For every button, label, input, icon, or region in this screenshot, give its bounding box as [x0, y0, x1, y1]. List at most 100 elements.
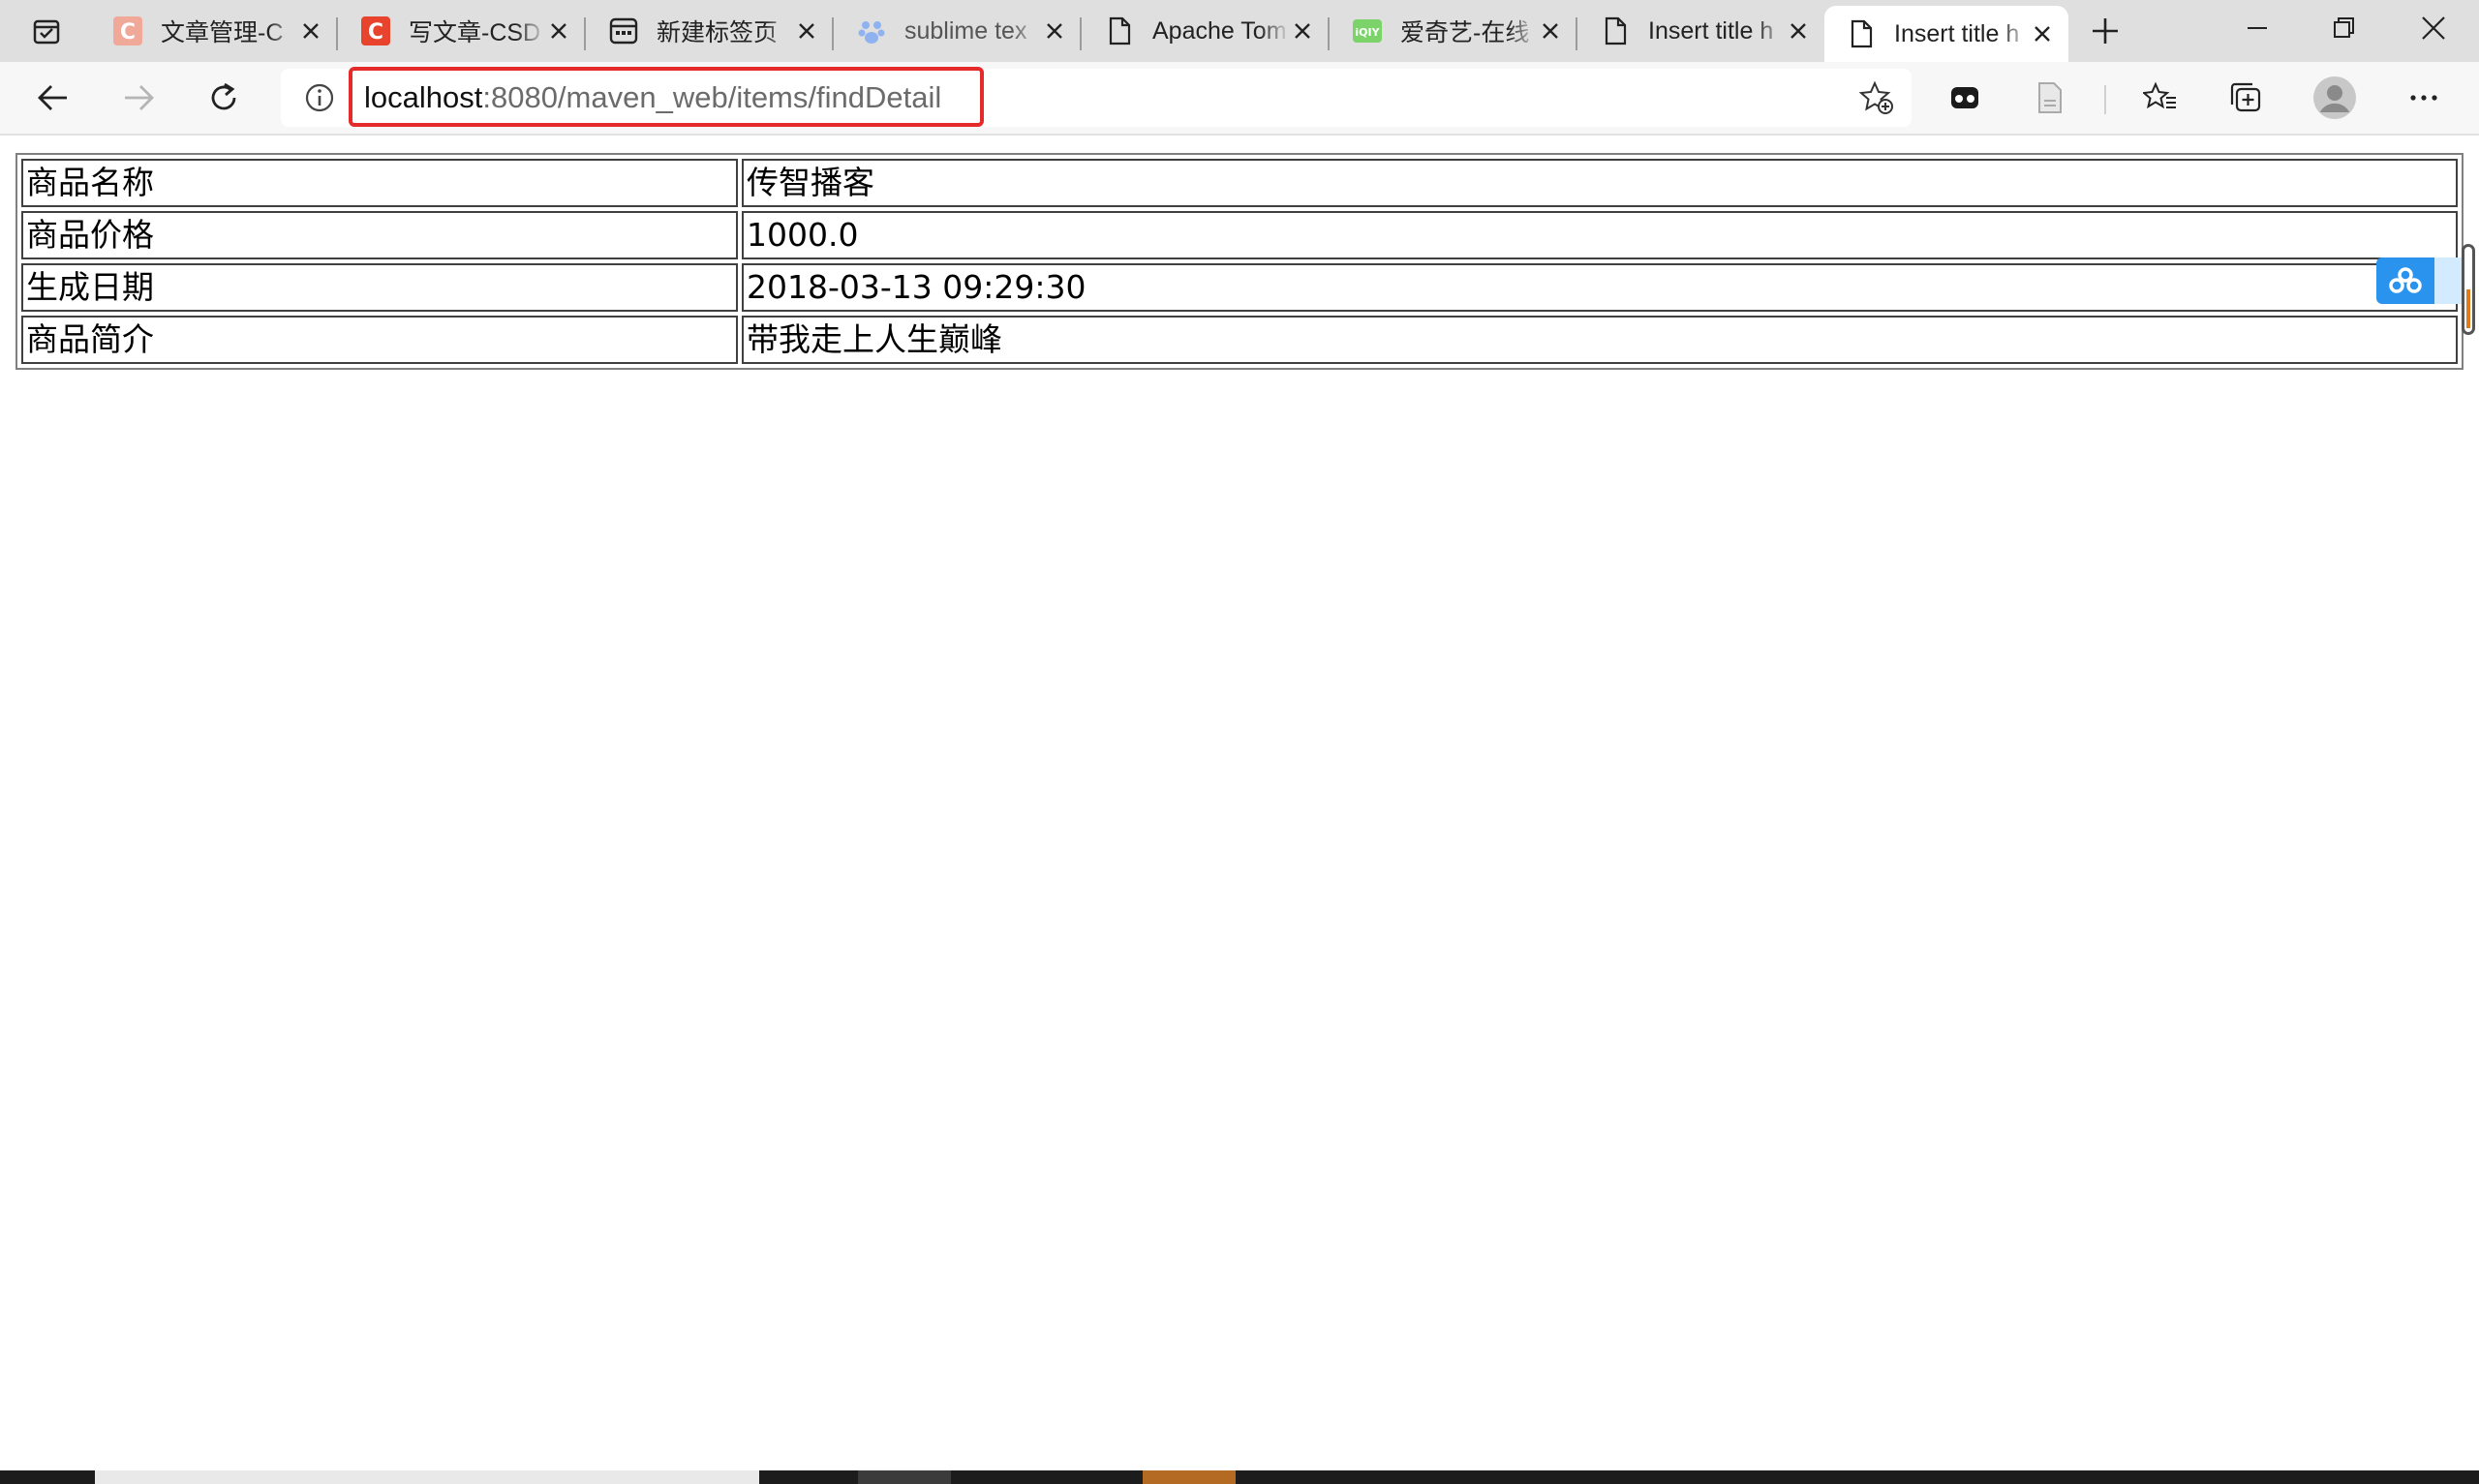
- profile-button[interactable]: [2312, 76, 2357, 120]
- extension-button[interactable]: [1943, 76, 1987, 120]
- csdn-faded-icon: C: [112, 15, 143, 46]
- item-description-label: 商品简介: [21, 316, 738, 364]
- tab-separator: [1328, 17, 1330, 50]
- refresh-button[interactable]: [196, 70, 252, 126]
- item-detail-table: 商品名称 传智播客 商品价格 1000.0 生成日期 2018-03-13 09…: [15, 153, 2464, 370]
- extension-mask-icon: [1951, 87, 1978, 108]
- tab-title: sublime tex: [904, 16, 1027, 45]
- taskbar-segment: [1143, 1470, 1236, 1484]
- csdn-icon: C: [360, 15, 391, 46]
- url-host: localhost: [364, 80, 483, 114]
- item-date-value: 2018-03-13 09:29:30: [742, 263, 2458, 312]
- tab-title: 写文章-CSD: [409, 19, 541, 46]
- close-icon[interactable]: [1538, 18, 1563, 44]
- document-icon: [1846, 18, 1877, 49]
- newtab-page-icon: [608, 15, 639, 46]
- svg-text:C: C: [120, 20, 136, 45]
- item-name-label: 商品名称: [21, 159, 738, 207]
- table-row: 商品简介 带我走上人生巅峰: [21, 316, 2458, 364]
- favorites-star-icon: [2143, 81, 2176, 109]
- favorites-button[interactable]: [2138, 76, 2183, 120]
- table-row: 商品名称 传智播客: [21, 159, 2458, 207]
- scroll-indicator: [2466, 289, 2470, 328]
- restore-icon: [2334, 17, 2354, 38]
- close-window-icon: [2422, 16, 2445, 40]
- tab-title: Insert title h: [1648, 16, 1774, 45]
- tab-title: Insert title h: [1894, 19, 2020, 47]
- table-row: 商品价格 1000.0: [21, 211, 2458, 259]
- tab-separator: [1576, 17, 1577, 50]
- url-path: :8080/maven_web/items/findDetail: [482, 80, 942, 114]
- new-tab-button[interactable]: [2084, 10, 2127, 52]
- browser-toolbar: localhost:8080/maven_web/items/findDetai…: [0, 62, 2479, 136]
- document-icon: [1600, 15, 1631, 46]
- document-icon: [1104, 15, 1135, 46]
- refresh-icon: [211, 82, 236, 110]
- close-window-button[interactable]: [2392, 6, 2475, 50]
- cloud-drive-widget[interactable]: [2376, 257, 2434, 304]
- back-button[interactable]: [25, 70, 81, 126]
- minimize-button[interactable]: [2216, 6, 2299, 50]
- forward-button[interactable]: [110, 70, 167, 126]
- settings-more-button[interactable]: [2402, 76, 2446, 120]
- tab-4[interactable]: Apache Tom: [1083, 6, 1330, 56]
- iqiyi-icon: iQIY: [1352, 15, 1383, 46]
- document-icon: [2038, 82, 2062, 113]
- tab-strip: C 文章管理-C C 写文章-CSD 新建标签页 sublime tex Apa…: [0, 0, 2479, 62]
- page-content: 商品名称 传智播客 商品价格 1000.0 生成日期 2018-03-13 09…: [0, 136, 2479, 1471]
- item-price-value: 1000.0: [742, 211, 2458, 259]
- close-icon[interactable]: [1042, 18, 1067, 44]
- tab-6[interactable]: Insert title h: [1578, 6, 1824, 56]
- toolbar-separator: [2104, 85, 2106, 114]
- tab-separator: [584, 17, 586, 50]
- tab-actions-icon: [33, 19, 60, 45]
- item-price-label: 商品价格: [21, 211, 738, 259]
- tab-2[interactable]: 新建标签页: [587, 6, 834, 56]
- close-icon[interactable]: [1290, 18, 1315, 44]
- close-icon[interactable]: [2030, 21, 2055, 46]
- tab-0[interactable]: C 文章管理-C: [91, 6, 338, 56]
- item-name-value: 传智播客: [742, 159, 2458, 207]
- arrow-right-icon: [125, 85, 154, 110]
- baidu-paw-icon: [856, 15, 887, 46]
- tab-separator: [336, 17, 338, 50]
- cloud-widget-tail: [2434, 257, 2464, 304]
- avatar-icon: [2313, 76, 2356, 119]
- cloud-icon: [2389, 267, 2422, 293]
- taskbar-segment: [858, 1470, 951, 1484]
- info-icon[interactable]: [304, 82, 335, 113]
- close-icon[interactable]: [794, 18, 819, 44]
- svg-text:C: C: [368, 20, 383, 45]
- tab-3[interactable]: sublime tex: [835, 6, 1082, 56]
- tab-actions-menu[interactable]: [14, 8, 79, 54]
- collections-icon: [2230, 82, 2261, 112]
- arrow-left-icon: [38, 85, 67, 110]
- tab-separator: [832, 17, 834, 50]
- table-row: 生成日期 2018-03-13 09:29:30: [21, 263, 2458, 312]
- close-icon[interactable]: [546, 18, 571, 44]
- tab-5[interactable]: iQIY 爱奇艺-在线: [1331, 6, 1577, 56]
- plus-icon: [2093, 18, 2118, 44]
- reading-view-button[interactable]: [2028, 76, 2072, 120]
- address-bar[interactable]: localhost:8080/maven_web/items/findDetai…: [281, 67, 1912, 127]
- close-icon[interactable]: [298, 18, 323, 44]
- tab-title: 爱奇艺-在线: [1400, 19, 1530, 46]
- side-scroll-handle[interactable]: [2462, 244, 2475, 335]
- url-text[interactable]: localhost:8080/maven_web/items/findDetai…: [364, 80, 941, 115]
- add-favorite-star-icon[interactable]: [1859, 80, 1894, 115]
- item-description-value: 带我走上人生巅峰: [742, 316, 2458, 364]
- svg-text:iQIY: iQIY: [1355, 26, 1380, 39]
- restore-button[interactable]: [2303, 6, 2386, 50]
- tab-title: Apache Tom: [1152, 16, 1287, 45]
- tab-separator: [1080, 17, 1082, 50]
- taskbar-strip: [0, 1470, 2479, 1484]
- tab-7-active[interactable]: Insert title h: [1824, 6, 2068, 62]
- tab-1[interactable]: C 写文章-CSD: [339, 6, 586, 56]
- item-date-label: 生成日期: [21, 263, 738, 312]
- close-icon[interactable]: [1786, 18, 1811, 44]
- more-dots-icon: [2410, 95, 2437, 101]
- tab-title: 新建标签页: [657, 19, 779, 46]
- taskbar-segment: [95, 1470, 759, 1484]
- minimize-icon: [2248, 27, 2267, 29]
- collections-button[interactable]: [2223, 76, 2268, 120]
